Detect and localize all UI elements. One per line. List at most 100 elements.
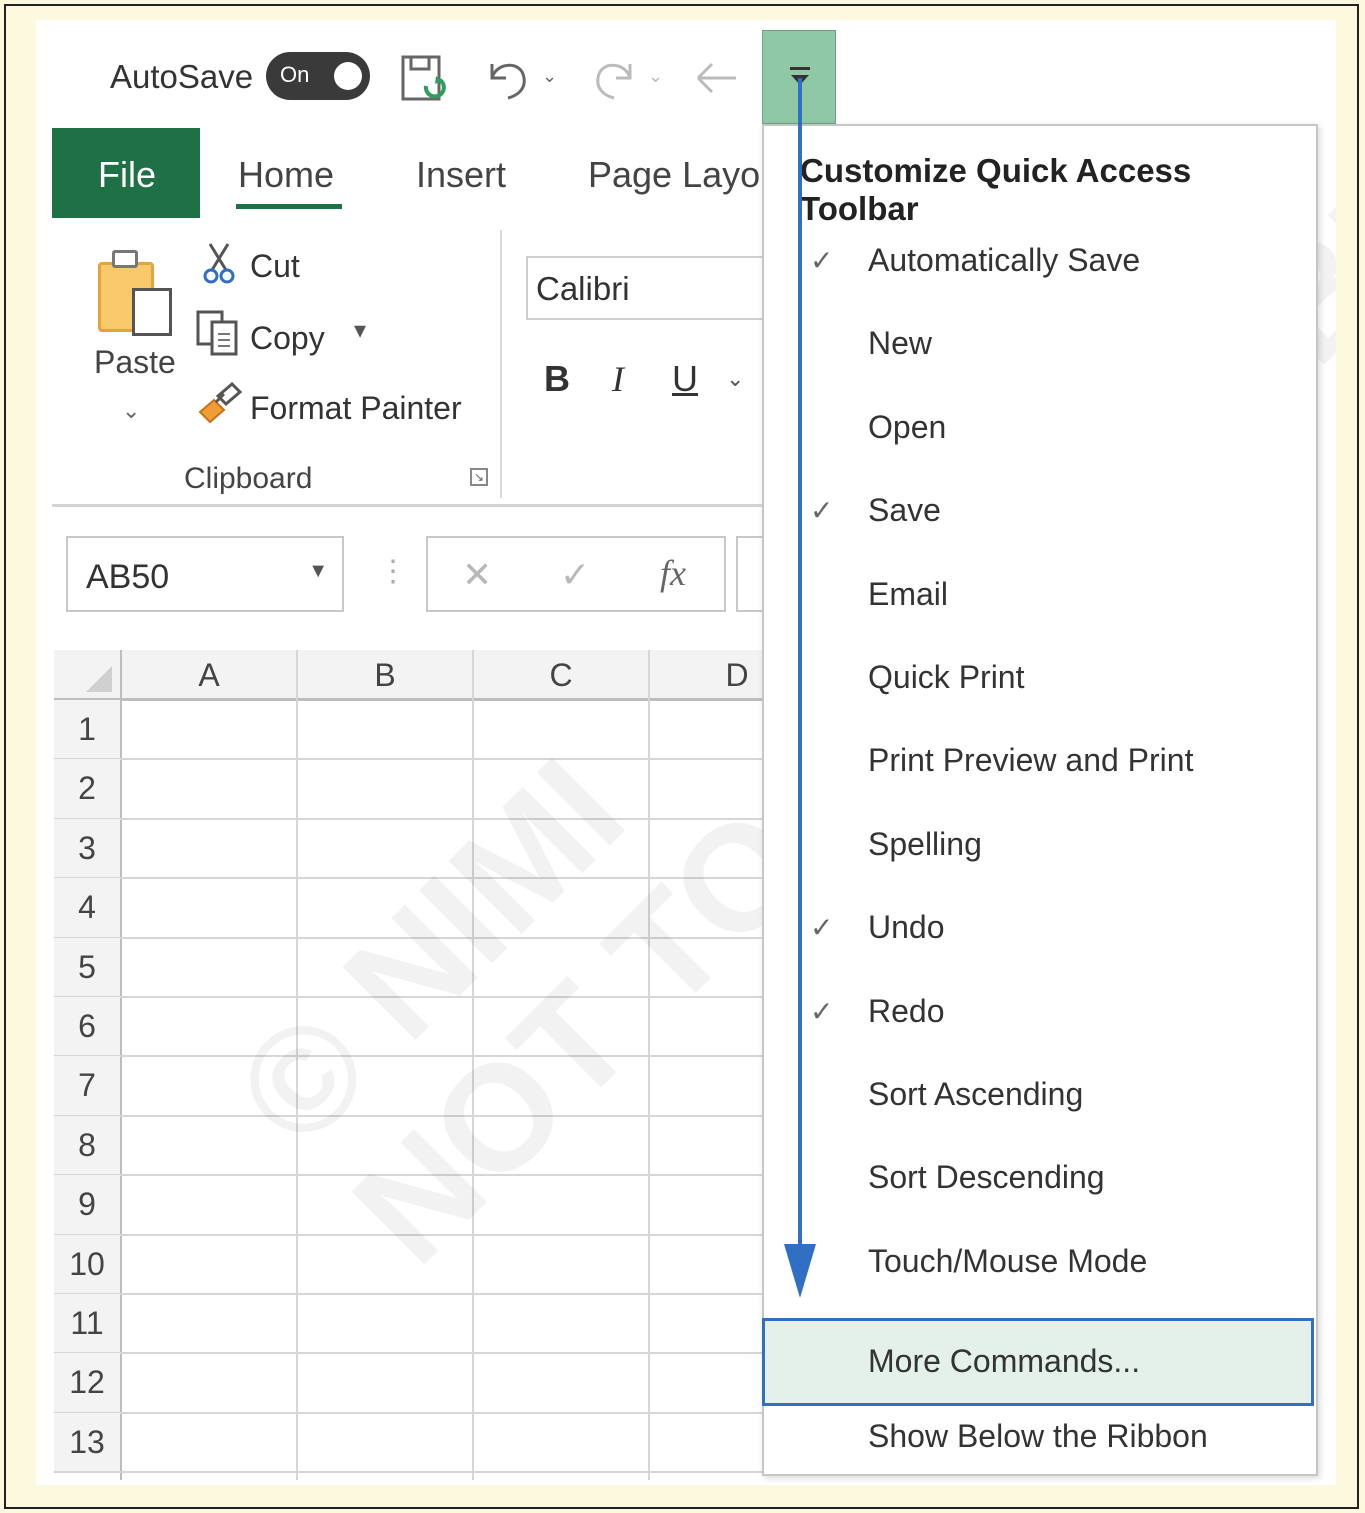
autosave-label: AutoSave [110, 58, 254, 95]
menu-item-automatically-save[interactable]: ✓ Automatically Save [764, 226, 1316, 296]
row-header[interactable]: 7 [54, 1056, 120, 1116]
underline-button[interactable]: U [672, 358, 698, 400]
active-tab-underline [236, 204, 342, 209]
row-header-border [120, 650, 122, 1480]
menu-item-save[interactable]: ✓ Save [764, 476, 1316, 546]
menu-item-label: Touch/Mouse Mode [868, 1242, 1148, 1279]
menu-item-sort-ascending[interactable]: Sort Ascending [764, 1060, 1316, 1130]
name-box-dropdown-icon[interactable]: ▼ [308, 560, 328, 583]
enter-icon[interactable]: ✓ [560, 554, 590, 596]
row-header[interactable]: 13 [54, 1412, 120, 1473]
menu-item-more-commands[interactable]: More Commands... [762, 1318, 1314, 1407]
underline-dropdown-icon[interactable]: ⌄ [726, 366, 744, 392]
autosave-toggle[interactable]: On [266, 52, 370, 100]
menu-item-label: Sort Ascending [868, 1076, 1084, 1112]
menu-item-show-below-the-ribbon[interactable]: Show Below the Ribbon [764, 1402, 1316, 1472]
tab-file[interactable]: File [52, 128, 200, 218]
tab-page-layout[interactable]: Page Layou [588, 154, 780, 196]
row-header[interactable]: 2 [54, 759, 120, 819]
cancel-icon[interactable]: ✕ [462, 554, 492, 596]
copy-button[interactable]: Copy [250, 320, 325, 357]
menu-item-quick-print[interactable]: Quick Print [764, 643, 1316, 713]
menu-item-new[interactable]: New [764, 309, 1316, 379]
name-box-value: AB50 [86, 558, 170, 596]
checkmark-icon: ✓ [810, 495, 834, 527]
menu-title: Customize Quick Access Toolbar [800, 152, 1192, 227]
row-header[interactable]: 11 [54, 1294, 120, 1354]
name-box[interactable]: AB50 ▼ [66, 536, 344, 612]
redo-dropdown-icon[interactable]: ⌄ [648, 66, 663, 87]
paste-button-label[interactable]: Paste [94, 344, 176, 381]
menu-item-email[interactable]: Email [764, 560, 1316, 630]
menu-item-label: Sort Descending [868, 1159, 1105, 1196]
menu-item-spelling[interactable]: Spelling [764, 810, 1316, 880]
bold-button[interactable]: B [544, 358, 570, 400]
menu-item-redo[interactable]: ✓ Redo [764, 977, 1316, 1047]
toggle-knob [334, 62, 362, 90]
italic-button[interactable]: I [612, 358, 624, 400]
row-header[interactable]: 4 [54, 878, 120, 938]
row-gridline [54, 1471, 764, 1474]
tab-insert[interactable]: Insert [416, 154, 506, 196]
row-header[interactable]: 8 [54, 1115, 120, 1176]
undo-dropdown-icon[interactable]: ⌄ [542, 66, 557, 87]
undo-icon[interactable] [486, 54, 530, 109]
menu-item-touch-mouse-mode[interactable]: Touch/Mouse Mode [764, 1227, 1316, 1297]
menu-item-undo[interactable]: ✓ Undo [764, 893, 1316, 963]
menu-item-label: Redo [868, 992, 945, 1029]
row-header[interactable]: 6 [54, 997, 120, 1057]
copy-icon [196, 310, 242, 365]
menu-item-label: Quick Print [868, 659, 1025, 695]
row-header[interactable]: 3 [54, 818, 120, 879]
scissors-icon [202, 242, 236, 295]
row-header[interactable]: 1 [54, 700, 120, 760]
menu-item-print-preview-and-print[interactable]: Print Preview and Print [764, 726, 1316, 796]
paste-dropdown-icon[interactable]: ⌄ [122, 398, 140, 424]
row-gridline [54, 1352, 764, 1355]
column-header-a[interactable]: A [122, 650, 296, 700]
row-header[interactable]: 5 [54, 937, 120, 997]
row-gridline [54, 1293, 764, 1295]
format-painter-button[interactable]: Format Painter [250, 390, 462, 427]
checkmark-icon: ✓ [810, 912, 834, 944]
column-header-b[interactable]: B [298, 650, 472, 700]
checkmark-icon: ✓ [810, 245, 834, 276]
row-header[interactable]: 12 [54, 1353, 120, 1413]
tab-home[interactable]: Home [238, 154, 334, 196]
row-gridline [54, 1411, 764, 1414]
row-header[interactable]: 10 [54, 1234, 120, 1294]
menu-item-label: Spelling [868, 825, 982, 862]
select-all-corner[interactable] [54, 650, 120, 700]
callout-arrow-line [798, 78, 802, 1268]
formula-bar-splitter[interactable]: ⋮ [378, 554, 408, 589]
menu-item-label: New [868, 325, 933, 362]
format-painter-icon [196, 381, 243, 435]
tab-file-label: File [98, 154, 157, 195]
menu-item-label: Undo [868, 909, 945, 946]
menu-item-label: Show Below the Ribbon [868, 1417, 1208, 1454]
menu-item-label: Email [868, 575, 949, 612]
menu-item-label: Open [868, 408, 947, 445]
menu-item-label: Save [868, 492, 941, 529]
callout-arrow-head [784, 1244, 816, 1298]
save-icon[interactable] [400, 54, 448, 111]
paste-icon[interactable] [98, 250, 176, 336]
group-separator [500, 230, 502, 498]
checkmark-icon: ✓ [810, 995, 834, 1027]
autosave-state: On [280, 62, 310, 87]
clipboard-group-label: Clipboard [184, 462, 313, 495]
ribbon-bottom-border [52, 504, 776, 507]
menu-item-open[interactable]: Open [764, 393, 1316, 463]
font-name-value: Calibri [536, 270, 630, 307]
menu-item-sort-descending[interactable]: Sort Descending [764, 1143, 1316, 1213]
redo-icon[interactable] [592, 54, 636, 109]
copy-dropdown-icon[interactable]: ▾ [354, 316, 366, 345]
menu-item-label: Automatically Save [868, 242, 1141, 278]
row-header[interactable]: 9 [54, 1175, 120, 1235]
back-arrow-icon[interactable] [694, 58, 740, 105]
font-name-box[interactable]: Calibri [526, 256, 776, 320]
customize-toolbar-menu: Customize Quick Access Toolbar ✓ Automati… [762, 124, 1318, 1476]
clipboard-launcher-icon[interactable]: ↘ [470, 468, 488, 486]
menu-item-label: Print Preview and Print [868, 742, 1194, 779]
cut-button[interactable]: Cut [250, 248, 300, 285]
